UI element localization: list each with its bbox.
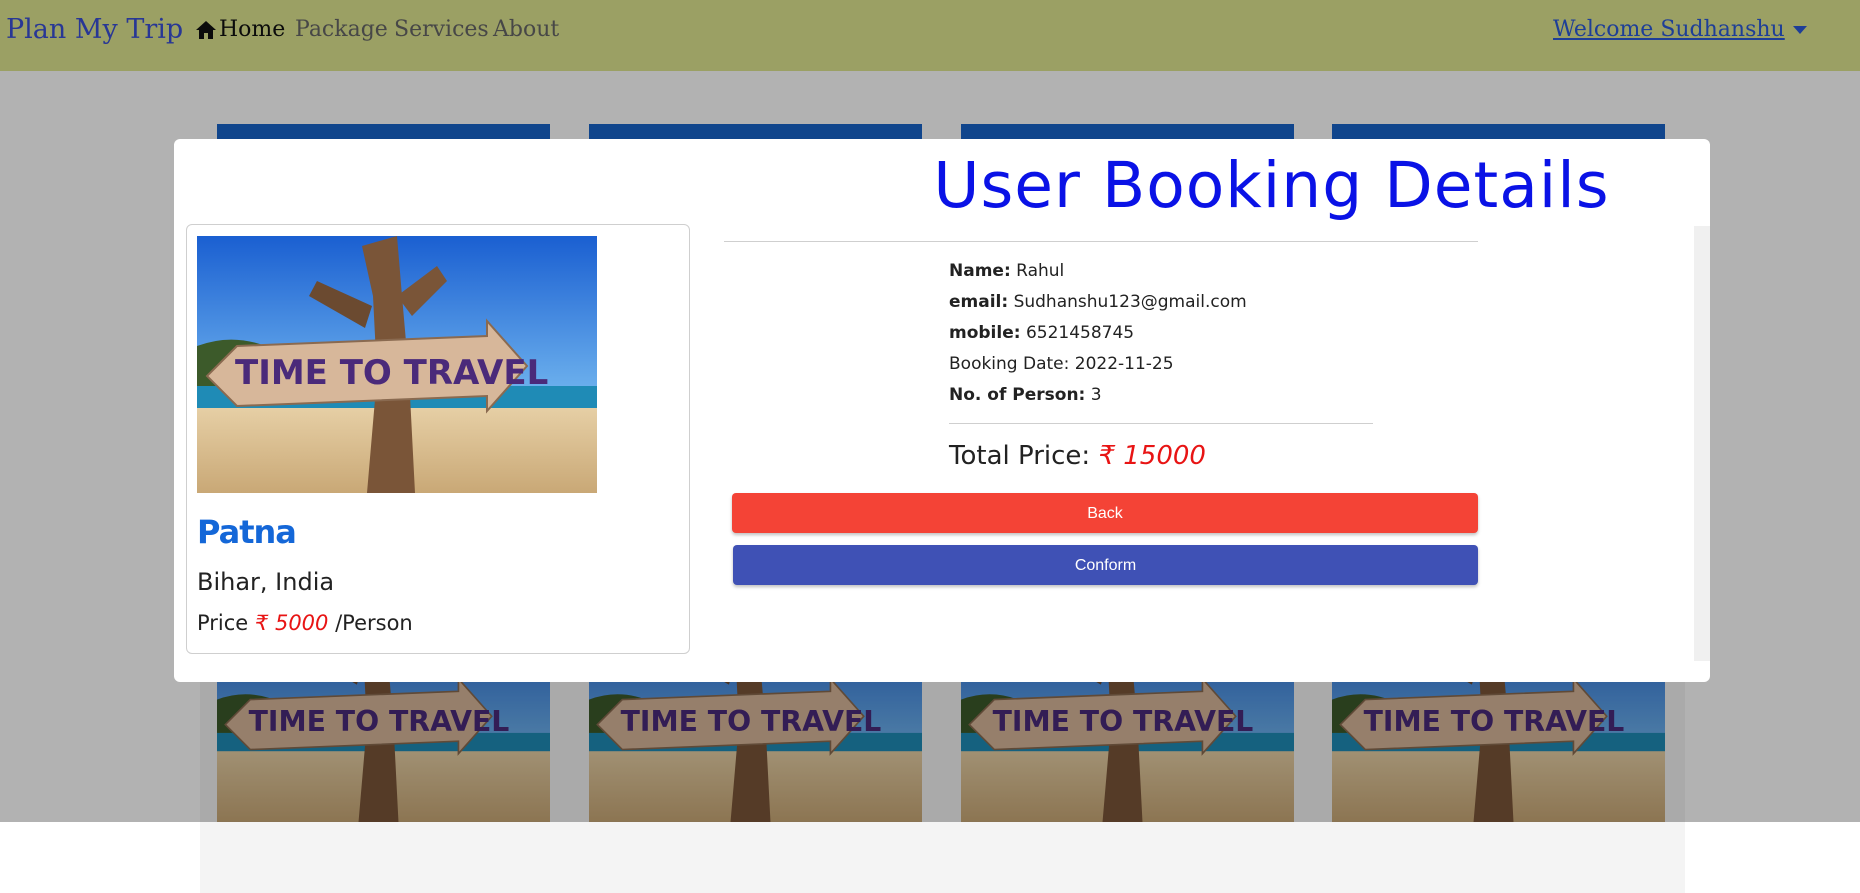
detail-label: No. of Person: [949,385,1086,405]
modal-title: User Booking Details [933,149,1610,222]
place-name: Patna [197,513,297,551]
travel-sign-image: TIME TO TRAVEL [197,236,597,493]
detail-email: email: Sudhanshu123@gmail.com [949,287,1247,318]
price-label: Price [197,611,249,635]
detail-value: 6521458745 [1025,323,1135,343]
total-value: ₹ 15000 [1098,441,1206,471]
detail-mobile: mobile: 6521458745 [949,318,1247,349]
detail-booking-date: Booking Date: 2022-11-25 [949,354,1174,374]
back-button[interactable]: Back [732,493,1478,533]
title-divider [724,241,1478,242]
booking-details-modal: User Booking Details TIME TO TRAVEL Patn… [174,139,1710,682]
place-location: Bihar, India [197,568,335,596]
detail-label: email: [949,292,1009,312]
price-unit: /Person [335,611,413,635]
total-label: Total Price: [949,441,1091,471]
detail-label: Name: [949,261,1011,281]
price-value: ₹ 5000 [254,611,329,635]
place-image: TIME TO TRAVEL [197,236,597,493]
detail-persons: No. of Person: 3 [949,380,1247,411]
conform-button[interactable]: Conform [733,545,1478,585]
booking-details-list: Name: Rahul email: Sudhanshu123@gmail.co… [949,256,1247,411]
detail-value: 3 [1090,385,1102,405]
detail-value: Sudhanshu123@gmail.com [1013,292,1247,312]
detail-label: mobile: [949,323,1021,343]
modal-scroll-shade [1694,226,1710,661]
sign-text: TIME TO TRAVEL [235,353,548,393]
detail-name: Name: Rahul [949,256,1247,287]
details-divider [949,423,1373,424]
place-card: TIME TO TRAVEL Patna Bihar, India Price … [186,224,690,654]
detail-value: Rahul [1016,261,1065,281]
total-price: Total Price: ₹ 15000 [949,441,1206,471]
place-price: Price ₹ 5000 /Person [197,611,413,635]
